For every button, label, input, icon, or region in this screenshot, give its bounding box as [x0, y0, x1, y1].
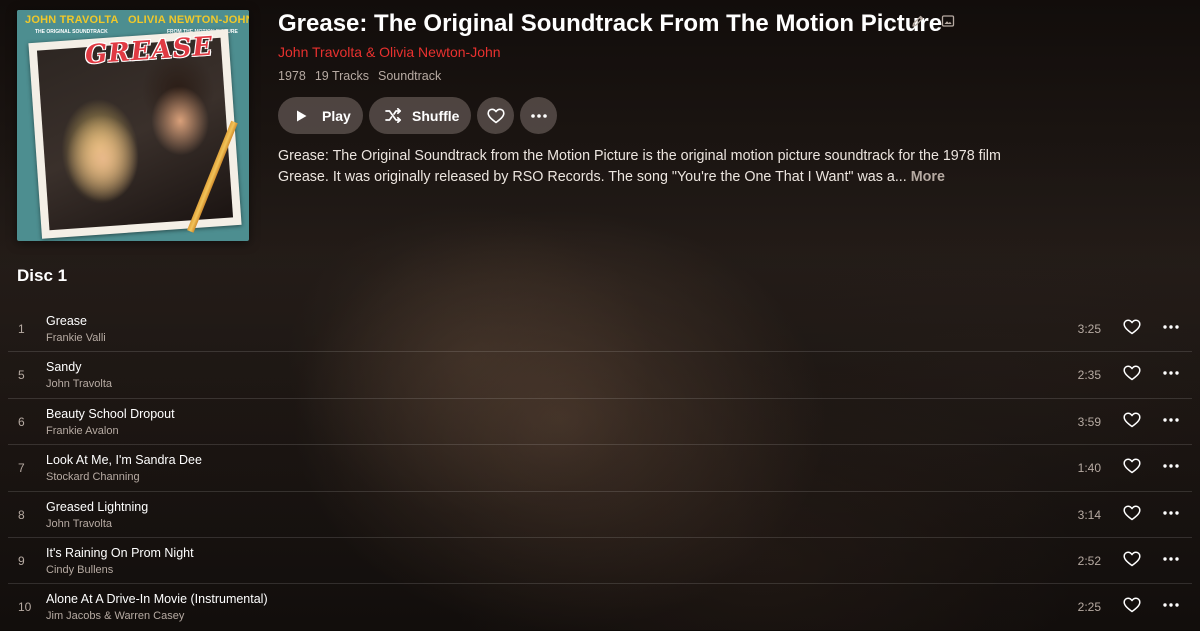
description-more-link[interactable]: More	[911, 169, 945, 185]
more-horizontal-icon[interactable]	[1163, 552, 1179, 566]
album-title: Grease: The Original Soundtrack From The…	[278, 10, 943, 37]
track-duration: 3:59	[1077, 414, 1101, 429]
more-horizontal-icon[interactable]	[1163, 366, 1179, 380]
track-title[interactable]: Look At Me, I'm Sandra Dee	[46, 453, 202, 467]
album-description: Grease: The Original Soundtrack from the…	[278, 146, 1038, 188]
track-row[interactable]: 5 Sandy John Travolta 2:35	[8, 352, 1192, 399]
more-horizontal-icon[interactable]	[1163, 320, 1179, 334]
track-title[interactable]: Sandy	[46, 360, 81, 374]
disc-heading: Disc 1	[17, 266, 68, 285]
title-actions	[911, 14, 955, 28]
track-row[interactable]: 7 Look At Me, I'm Sandra Dee Stockard Ch…	[8, 445, 1192, 492]
more-horizontal-icon[interactable]	[1163, 506, 1179, 520]
shuffle-label: Shuffle	[412, 107, 460, 124]
album-track-count: 19 Tracks	[314, 69, 369, 83]
album-artist-link[interactable]: John Travolta & Olivia Newton-John	[278, 44, 501, 60]
play-button[interactable]: Play	[278, 97, 363, 134]
track-row[interactable]: 6 Beauty School Dropout Frankie Avalon 3…	[8, 399, 1192, 446]
album-description-text: Grease: The Original Soundtrack from the…	[278, 148, 1001, 185]
track-artist[interactable]: Frankie Avalon	[46, 425, 119, 437]
play-icon	[297, 110, 307, 121]
track-row[interactable]: 1 Grease Frankie Valli 3:25	[8, 306, 1192, 353]
track-duration: 2:35	[1077, 368, 1101, 383]
album-year: 1978	[278, 69, 306, 83]
track-artist[interactable]: John Travolta	[46, 518, 112, 530]
track-row[interactable]: 8 Greased Lightning John Travolta 3:14	[8, 492, 1192, 538]
album-meta: 1978 19 Tracks Soundtrack	[278, 69, 441, 83]
track-number: 1	[18, 322, 25, 336]
heart-icon[interactable]	[1123, 365, 1141, 381]
track-duration: 2:52	[1077, 553, 1101, 568]
track-title[interactable]: It's Raining On Prom Night	[46, 546, 194, 560]
album-actions: Play Shuffle	[278, 97, 557, 134]
track-number: 5	[18, 368, 25, 383]
track-duration: 3:25	[1077, 322, 1101, 336]
track-title[interactable]: Grease	[46, 314, 87, 328]
pencil-icon[interactable]	[911, 14, 925, 28]
heart-icon[interactable]	[1123, 412, 1141, 428]
track-title[interactable]: Greased Lightning	[46, 500, 148, 514]
track-number: 10	[18, 600, 32, 615]
more-horizontal-icon[interactable]	[1163, 413, 1179, 427]
favorite-album-button[interactable]	[477, 97, 514, 134]
track-artist[interactable]: John Travolta	[46, 378, 112, 390]
album-cover[interactable]: JOHN TRAVOLTA OLIVIA NEWTON-JOHN THE ORI…	[17, 10, 249, 241]
heart-icon[interactable]	[1123, 458, 1141, 474]
play-label: Play	[322, 107, 351, 124]
more-horizontal-icon	[530, 113, 547, 118]
track-duration: 3:14	[1077, 507, 1101, 522]
track-title[interactable]: Alone At A Drive-In Movie (Instrumental)	[46, 592, 268, 606]
cover-subtitle-left: THE ORIGINAL SOUNDTRACK	[35, 29, 108, 35]
track-number: 9	[18, 553, 25, 568]
heart-icon[interactable]	[1123, 551, 1141, 567]
track-title[interactable]: Beauty School Dropout	[46, 407, 175, 421]
track-number: 8	[18, 507, 25, 522]
track-number: 7	[18, 461, 25, 476]
heart-icon[interactable]	[1123, 597, 1141, 613]
track-artist[interactable]: Stockard Channing	[46, 471, 140, 483]
shuffle-icon	[385, 108, 402, 123]
more-horizontal-icon[interactable]	[1163, 459, 1179, 473]
track-artist[interactable]: Cindy Bullens	[46, 564, 113, 576]
track-duration: 2:25	[1077, 600, 1101, 615]
heart-icon[interactable]	[1123, 319, 1141, 335]
more-horizontal-icon[interactable]	[1163, 598, 1179, 612]
heart-icon[interactable]	[1123, 505, 1141, 521]
image-icon[interactable]	[941, 14, 955, 28]
track-row[interactable]: 9 It's Raining On Prom Night Cindy Bulle…	[8, 538, 1192, 585]
album-more-button[interactable]	[520, 97, 557, 134]
cover-artist-right: OLIVIA NEWTON-JOHN	[128, 14, 249, 26]
track-row[interactable]: 10 Alone At A Drive-In Movie (Instrument…	[8, 584, 1192, 630]
heart-icon	[486, 108, 505, 123]
track-artist[interactable]: Frankie Valli	[46, 332, 106, 344]
track-artist[interactable]: Jim Jacobs & Warren Casey	[46, 610, 184, 622]
album-genre[interactable]: Soundtrack	[378, 69, 441, 83]
cover-artist-left: JOHN TRAVOLTA	[25, 14, 119, 26]
track-list: 1 Grease Frankie Valli 3:25 5 Sandy John…	[8, 306, 1192, 631]
track-number: 6	[18, 414, 25, 429]
shuffle-button[interactable]: Shuffle	[369, 97, 471, 134]
track-duration: 1:40	[1077, 461, 1101, 476]
